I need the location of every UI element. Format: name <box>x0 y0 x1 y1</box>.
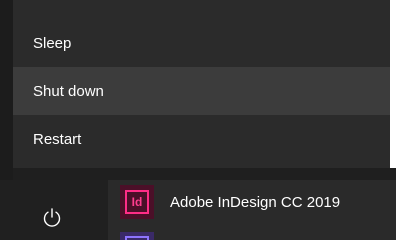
divider <box>13 168 396 180</box>
indesign-icon-mark: Id <box>125 190 149 214</box>
app-label: Adobe InDesign CC 2019 <box>170 193 341 211</box>
sleep-label: Sleep <box>33 34 72 52</box>
shut-down-label: Shut down <box>33 82 104 100</box>
start-menu: Sleep Shut down Restart Id Adobe InDesig… <box>0 0 396 240</box>
shut-down-menu-item[interactable]: Shut down <box>13 67 390 115</box>
app-tile-icon-mark <box>125 236 149 240</box>
power-menu: Sleep Shut down Restart <box>13 0 390 168</box>
list-item[interactable]: Id Adobe InDesign CC 2019 <box>108 180 396 224</box>
power-button[interactable] <box>26 196 78 240</box>
power-icon <box>43 208 61 227</box>
app-tile-icon[interactable] <box>120 232 154 240</box>
restart-menu-item[interactable]: Restart <box>13 115 390 163</box>
sleep-menu-item[interactable]: Sleep <box>13 19 390 67</box>
indesign-icon: Id <box>120 185 154 219</box>
restart-label: Restart <box>33 130 82 148</box>
